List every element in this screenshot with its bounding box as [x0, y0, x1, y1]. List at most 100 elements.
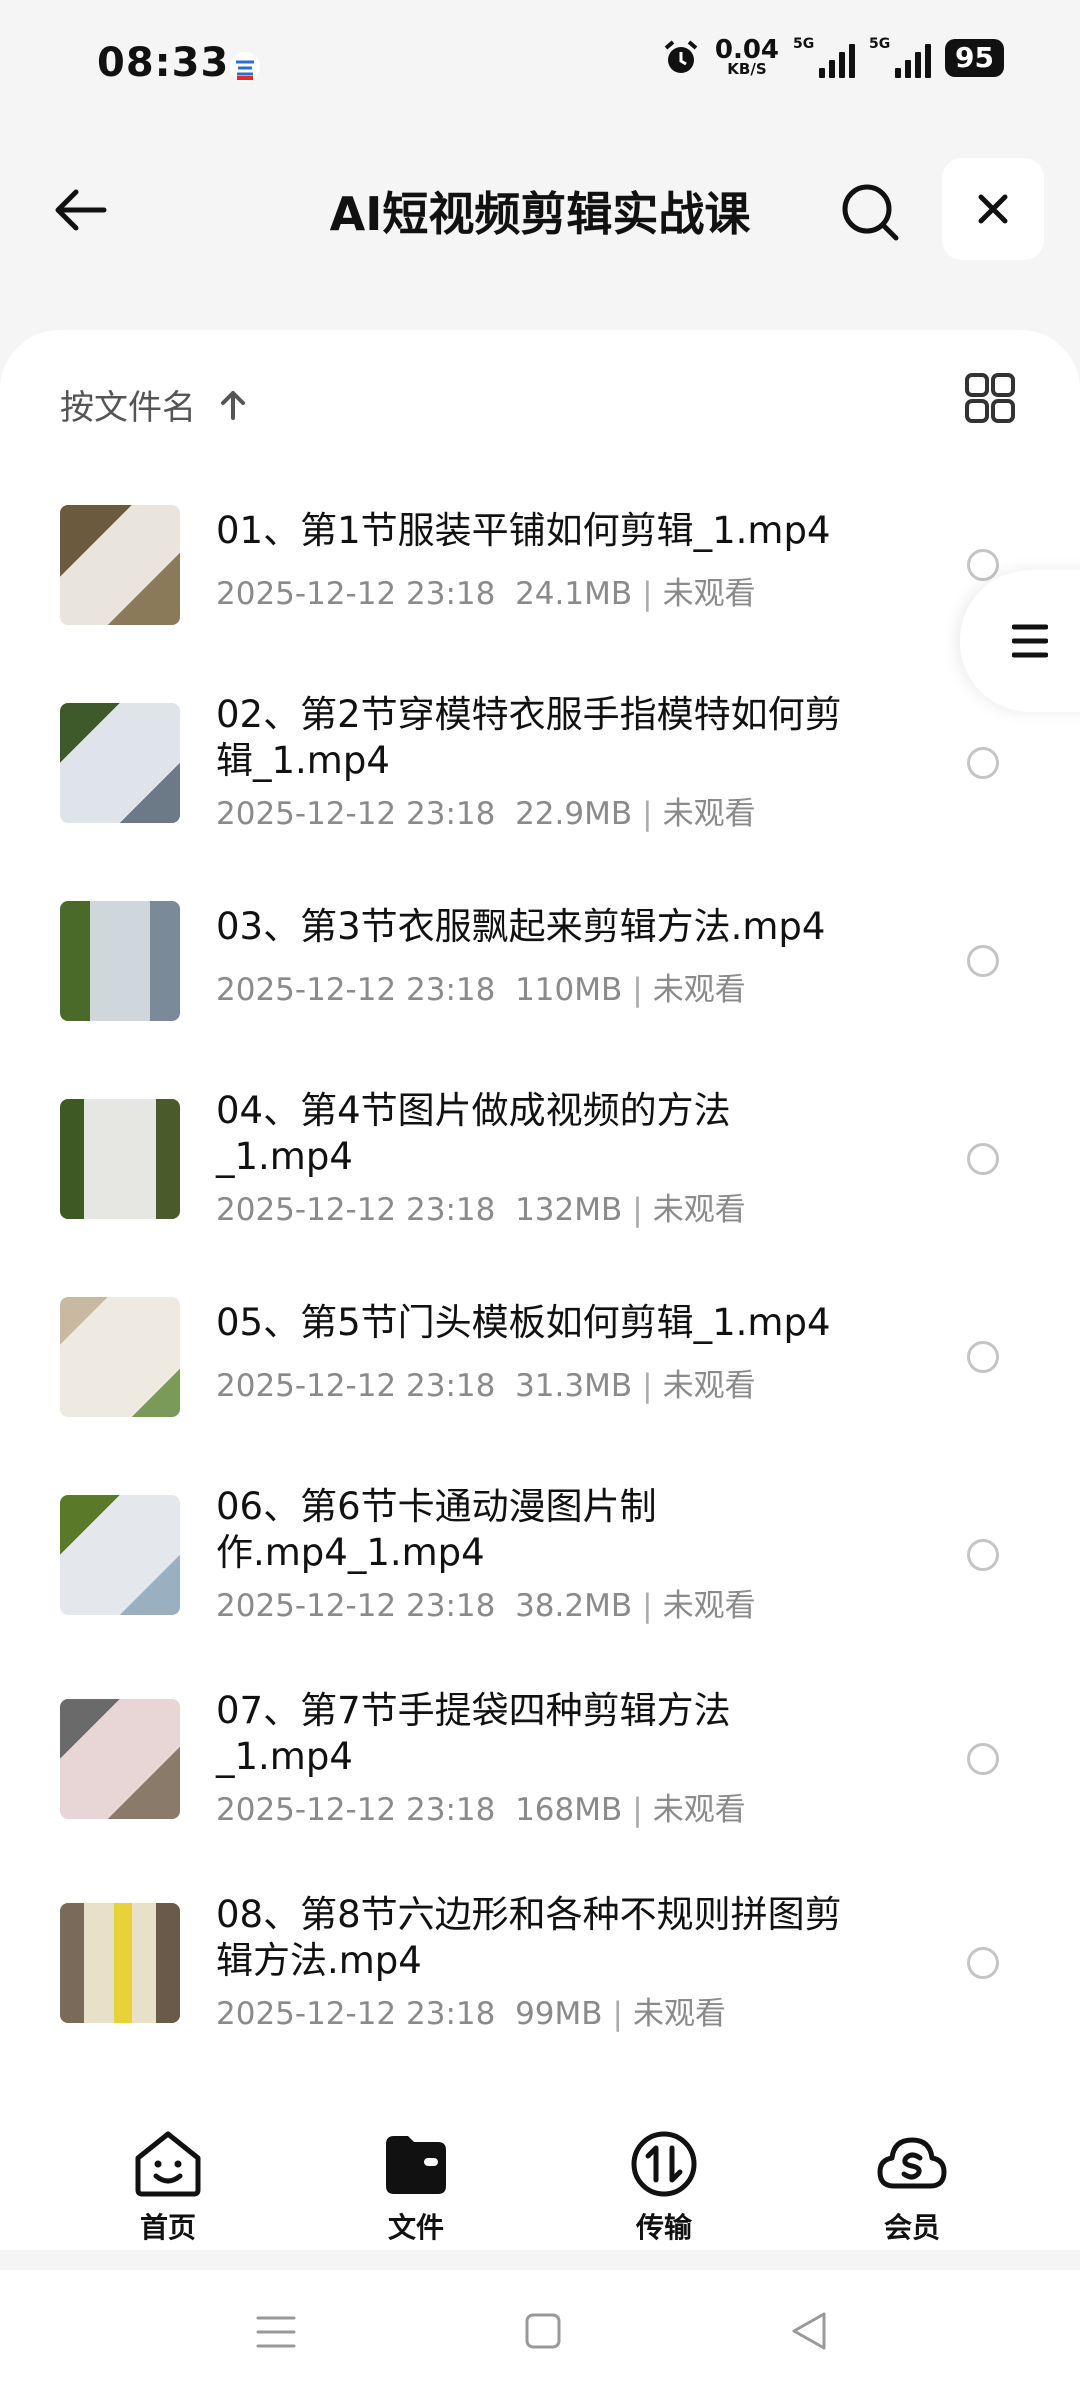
select-radio[interactable] — [967, 1341, 999, 1373]
watch-status: 未观看 — [662, 1588, 756, 1624]
tab-transfer-label: 传输 — [635, 2211, 692, 2244]
system-nav-bar — [0, 2270, 1080, 2392]
video-thumbnail — [60, 505, 180, 625]
signal-1-label: 5G — [793, 36, 815, 52]
select-radio[interactable] — [967, 549, 999, 581]
watch-status: 未观看 — [652, 972, 746, 1008]
file-row[interactable]: 03、第3节衣服飘起来剪辑方法.mp4 2025-12-12 23:18 110… — [0, 896, 1080, 1096]
video-thumbnail — [60, 1699, 180, 1819]
back-triangle-icon[interactable] — [790, 2310, 828, 2352]
file-row[interactable]: 07、第7节手提袋四种剪辑方法_1.mp4 2025-12-12 23:18 1… — [0, 1689, 1080, 1894]
select-radio[interactable] — [967, 945, 999, 977]
file-row[interactable]: 06、第6节卡通动漫图片制作.mp4_1.mp4 2025-12-12 23:1… — [0, 1485, 1080, 1690]
app-notification-icon — [230, 52, 260, 82]
file-row[interactable]: 02、第2节穿模特衣服手指模特如何剪辑_1.mp4 2025-12-12 23:… — [0, 693, 1080, 898]
status-indicators: 0.04 KB/S 5G 5G 95 — [661, 36, 1004, 78]
file-name: 08、第8节六边形和各种不规则拼图剪辑方法.mp4 — [216, 1893, 842, 1982]
video-thumbnail — [60, 1903, 180, 2023]
smile-face-icon — [135, 2131, 201, 2197]
watch-status: 未观看 — [652, 1192, 746, 1228]
wallet-folder-icon — [386, 2136, 446, 2194]
file-meta: 2025-12-12 23:18 24.1MB | 未观看 — [216, 576, 756, 612]
sort-ascending-arrow-icon — [221, 390, 245, 420]
select-radio[interactable] — [967, 1539, 999, 1571]
video-thumbnail — [60, 901, 180, 1021]
signal-2-icon: 5G — [869, 36, 932, 78]
close-button[interactable] — [942, 158, 1044, 260]
file-size: 31.3MB — [515, 1368, 633, 1404]
sort-control[interactable]: 按文件名 — [60, 380, 250, 429]
tab-vip-label: 会员 — [883, 2211, 940, 2244]
home-square-icon[interactable] — [524, 2312, 562, 2350]
file-meta: 2025-12-12 23:18 99MB | 未观看 — [216, 1996, 726, 2032]
file-meta: 2025-12-12 23:18 38.2MB | 未观看 — [216, 1588, 756, 1624]
file-name: 03、第3节衣服飘起来剪辑方法.mp4 — [216, 905, 826, 948]
video-thumbnail — [60, 1297, 180, 1417]
network-speed: 0.04 KB/S — [715, 37, 779, 77]
watch-status: 未观看 — [662, 576, 756, 612]
watch-status: 未观看 — [633, 1996, 726, 2032]
file-size: 110MB — [515, 972, 623, 1008]
file-name: 07、第7节手提袋四种剪辑方法_1.mp4 — [216, 1689, 731, 1778]
file-size: 22.9MB — [515, 796, 633, 832]
transfer-arrows-icon — [631, 2131, 697, 2197]
file-date: 2025-12-12 23:18 — [216, 1588, 496, 1624]
file-date: 2025-12-12 23:18 — [216, 1996, 496, 2032]
battery-indicator: 95 — [945, 39, 1004, 77]
file-meta: 2025-12-12 23:18 110MB | 未观看 — [216, 972, 746, 1008]
file-name: 05、第5节门头模板如何剪辑_1.mp4 — [216, 1301, 831, 1344]
file-meta: 2025-12-12 23:18 168MB | 未观看 — [216, 1792, 746, 1828]
file-date: 2025-12-12 23:18 — [216, 1192, 496, 1228]
tab-vip[interactable]: 会员 — [832, 2128, 992, 2246]
tab-home-label: 首页 — [139, 2211, 196, 2244]
tab-home[interactable]: 首页 — [88, 2128, 248, 2246]
file-date: 2025-12-12 23:18 — [216, 972, 496, 1008]
file-size: 38.2MB — [515, 1588, 633, 1624]
video-thumbnail — [60, 703, 180, 823]
bottom-tab-bar: 首页 文件 传输 会员 — [0, 2100, 1080, 2250]
file-name: 02、第2节穿模特衣服手指模特如何剪辑_1.mp4 — [216, 693, 842, 782]
tab-files[interactable]: 文件 — [336, 2128, 496, 2246]
watch-status: 未观看 — [662, 1368, 756, 1404]
signal-2-label: 5G — [869, 36, 891, 52]
file-size: 24.1MB — [515, 576, 633, 612]
alarm-icon — [664, 40, 698, 73]
video-thumbnail — [60, 1099, 180, 1219]
grid-view-icon[interactable] — [964, 372, 1016, 424]
file-row[interactable]: 01、第1节服装平铺如何剪辑_1.mp4 2025-12-12 23:18 24… — [0, 500, 1080, 700]
page-title: AI短视频剪辑实战课 — [329, 187, 751, 241]
select-radio[interactable] — [967, 1947, 999, 1979]
select-radio[interactable] — [967, 1143, 999, 1175]
file-date: 2025-12-12 23:18 — [216, 576, 496, 612]
sort-label: 按文件名 — [60, 388, 196, 428]
menu-lines-icon — [1012, 624, 1048, 658]
file-size: 168MB — [515, 1792, 623, 1828]
video-thumbnail — [60, 1495, 180, 1615]
file-date: 2025-12-12 23:18 — [216, 796, 496, 832]
file-meta: 2025-12-12 23:18 22.9MB | 未观看 — [216, 796, 756, 832]
select-radio[interactable] — [967, 1743, 999, 1775]
search-icon[interactable] — [838, 180, 902, 244]
file-row[interactable]: 08、第8节六边形和各种不规则拼图剪辑方法.mp4 2025-12-12 23:… — [0, 1893, 1080, 2098]
file-name: 01、第1节服装平铺如何剪辑_1.mp4 — [216, 509, 831, 552]
file-date: 2025-12-12 23:18 — [216, 1792, 496, 1828]
file-name: 04、第4节图片做成视频的方法_1.mp4 — [216, 1089, 731, 1178]
file-meta: 2025-12-12 23:18 132MB | 未观看 — [216, 1192, 746, 1228]
file-size: 99MB — [515, 1996, 603, 2032]
watch-status: 未观看 — [652, 1792, 746, 1828]
recent-apps-icon[interactable] — [256, 2312, 296, 2352]
file-row[interactable]: 05、第5节门头模板如何剪辑_1.mp4 2025-12-12 23:18 31… — [0, 1292, 1080, 1492]
watch-status: 未观看 — [662, 796, 756, 832]
select-radio[interactable] — [967, 747, 999, 779]
tab-transfer[interactable]: 传输 — [584, 2128, 744, 2246]
file-meta: 2025-12-12 23:18 31.3MB | 未观看 — [216, 1368, 756, 1404]
status-time: 08:33 — [97, 40, 230, 86]
file-size: 132MB — [515, 1192, 623, 1228]
close-icon — [978, 194, 1008, 224]
file-row[interactable]: 04、第4节图片做成视频的方法_1.mp4 2025-12-12 23:18 1… — [0, 1089, 1080, 1294]
file-name: 06、第6节卡通动漫图片制作.mp4_1.mp4 — [216, 1485, 657, 1574]
status-bar: 08:33 0.04 KB/S 5G 5G 95 — [0, 0, 1080, 130]
cloud-vip-icon — [877, 2137, 947, 2189]
file-date: 2025-12-12 23:18 — [216, 1368, 496, 1404]
signal-1-icon: 5G — [793, 36, 856, 78]
